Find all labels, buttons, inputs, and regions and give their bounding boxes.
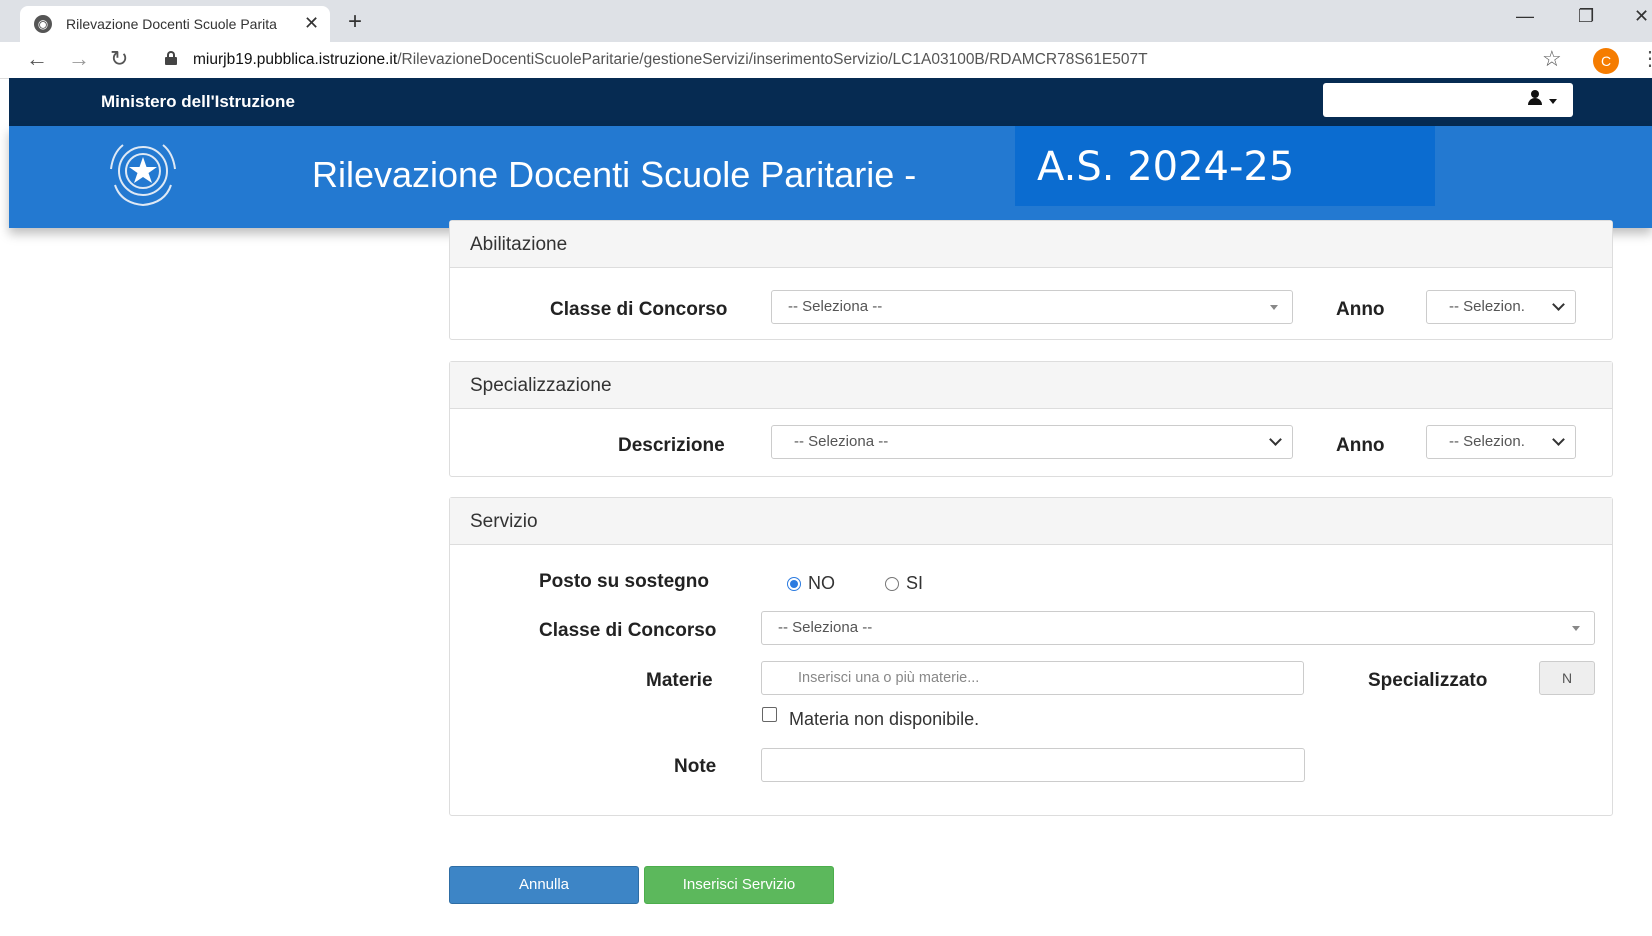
chevron-down-icon <box>1552 433 1565 446</box>
browser-tab-bar: ◉ Rilevazione Docenti Scuole Parita ✕ + … <box>0 0 1652 42</box>
specializzazione-panel: Specializzazione Descrizione -- Selezion… <box>449 361 1613 477</box>
chevron-down-icon <box>1552 298 1565 311</box>
panel-heading: Servizio <box>450 498 1612 545</box>
sostegno-label: Posto su sostegno <box>539 571 709 592</box>
select-value: -- Selezion. <box>1449 298 1525 315</box>
abilitazione-classe-select[interactable]: -- Seleziona -- <box>771 290 1293 324</box>
site-header: Rilevazione Docenti Scuole Paritarie - A… <box>9 126 1652 228</box>
ministry-band: Ministero dell'Istruzione <box>9 78 1652 126</box>
forward-icon[interactable]: → <box>68 46 90 72</box>
select-value: -- Selezion. <box>1449 433 1525 450</box>
inserisci-servizio-button[interactable]: Inserisci Servizio <box>644 866 834 904</box>
restore-icon[interactable]: ❐ <box>1578 6 1594 27</box>
user-menu-button[interactable] <box>1323 83 1573 117</box>
note-label: Note <box>674 756 717 777</box>
abilitazione-title: Abilitazione <box>470 234 568 255</box>
select-value: -- Seleziona -- <box>778 619 873 636</box>
caret-down-icon <box>1549 99 1557 104</box>
minimize-icon[interactable]: — <box>1516 6 1534 27</box>
note-input[interactable] <box>761 748 1305 782</box>
browser-tab[interactable]: ◉ Rilevazione Docenti Scuole Parita ✕ <box>20 6 330 42</box>
select-value: -- Seleziona -- <box>788 298 883 315</box>
abilitazione-anno-select[interactable]: -- Selezion. <box>1426 290 1576 324</box>
abilitazione-classe-label: Classe di Concorso <box>550 299 728 320</box>
sostegno-si-radio[interactable] <box>885 577 899 591</box>
abilitazione-anno-label: Anno <box>1336 299 1385 320</box>
profile-avatar[interactable]: C <box>1593 48 1619 74</box>
tab-title: Rilevazione Docenti Scuole Parita <box>66 16 277 32</box>
select-value: -- Seleziona -- <box>794 433 889 450</box>
site-favicon-icon: ◉ <box>34 15 52 33</box>
school-year: A.S. 2024-25 <box>1037 144 1295 190</box>
specializzazione-anno-select[interactable]: -- Selezion. <box>1426 425 1576 459</box>
specializzato-label: Specializzato <box>1368 670 1488 691</box>
panel-heading: Abilitazione <box>450 221 1612 268</box>
back-icon[interactable]: ← <box>26 46 48 72</box>
browser-menu-icon[interactable]: ⋮ <box>1640 46 1652 71</box>
specializzazione-anno-label: Anno <box>1336 435 1385 456</box>
servizio-classe-select[interactable]: -- Seleziona -- <box>761 611 1595 645</box>
new-tab-icon[interactable]: + <box>348 8 362 36</box>
materie-label: Materie <box>646 670 713 691</box>
user-icon <box>1527 90 1543 106</box>
servizio-panel: Servizio Posto su sostegno NO SI Classe … <box>449 497 1613 816</box>
descrizione-select[interactable]: -- Seleziona -- <box>771 425 1293 459</box>
materia-non-disponibile-checkbox[interactable] <box>762 707 777 722</box>
specializzato-field: N <box>1539 661 1595 695</box>
url-host: miurjb19.pubblica.istruzione.it <box>193 51 398 68</box>
specializzazione-title: Specializzazione <box>470 375 612 396</box>
servizio-classe-label: Classe di Concorso <box>539 620 717 641</box>
lock-icon <box>165 51 177 65</box>
caret-down-icon <box>1572 626 1580 631</box>
materie-input[interactable]: Inserisci una o più materie... <box>761 661 1304 695</box>
sostegno-si-label: SI <box>906 573 924 593</box>
servizio-title: Servizio <box>470 511 538 532</box>
materie-placeholder: Inserisci una o più materie... <box>798 670 980 686</box>
close-tab-icon[interactable]: ✕ <box>304 13 319 34</box>
address-bar: ← → ↻ miurjb19.pubblica.istruzione.it/Ri… <box>0 42 1652 79</box>
caret-down-icon <box>1270 305 1278 310</box>
reload-icon[interactable]: ↻ <box>110 46 128 72</box>
descrizione-label: Descrizione <box>618 435 725 456</box>
materia-non-disponibile-label: Materia non disponibile. <box>789 709 980 729</box>
annulla-button[interactable]: Annulla <box>449 866 639 904</box>
url-path: /RilevazioneDocentiScuoleParitarie/gesti… <box>397 51 1148 68</box>
abilitazione-panel: Abilitazione Classe di Concorso -- Selez… <box>449 220 1613 340</box>
italian-emblem-icon <box>110 144 176 207</box>
close-window-icon[interactable]: ✕ <box>1634 6 1649 27</box>
sostegno-no-radio[interactable] <box>787 577 801 591</box>
bookmark-star-icon[interactable]: ☆ <box>1542 46 1562 72</box>
school-year-box: A.S. 2024-25 <box>1015 126 1435 206</box>
site-title: Rilevazione Docenti Scuole Paritarie - <box>312 154 917 195</box>
panel-heading: Specializzazione <box>450 362 1612 409</box>
sostegno-no-label: NO <box>808 573 835 593</box>
url-field[interactable]: miurjb19.pubblica.istruzione.it/Rilevazi… <box>193 51 1148 69</box>
chevron-down-icon <box>1269 433 1282 446</box>
ministry-name: Ministero dell'Istruzione <box>101 92 295 111</box>
